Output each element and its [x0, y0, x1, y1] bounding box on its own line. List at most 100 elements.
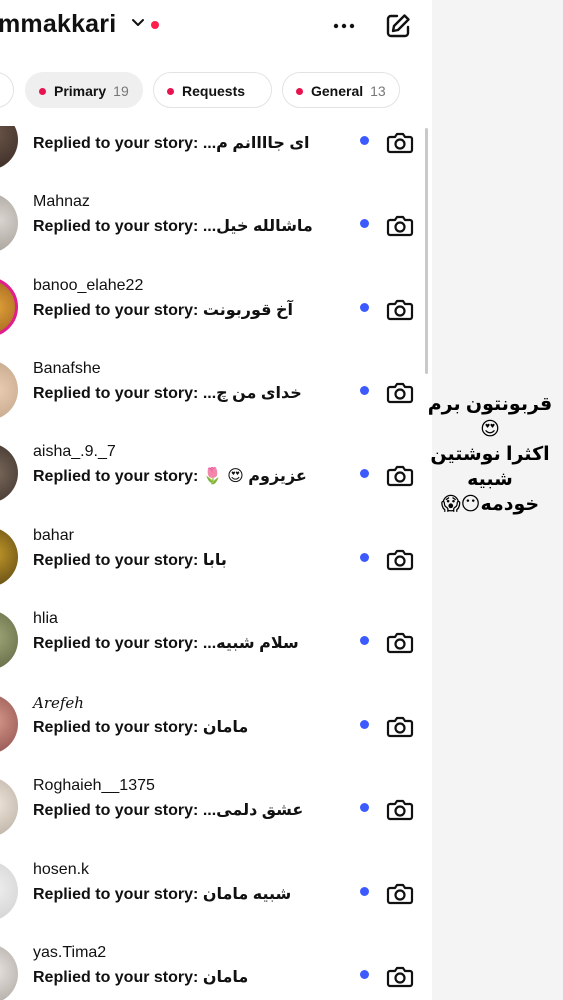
thread-name: banoo_elahe22 — [33, 277, 144, 294]
thread-row[interactable]: Roghaieh__1375 Replied to your story: عش… — [0, 766, 432, 850]
thread-row[interactable]: hlia Replied to your story: سلام شبیه... — [0, 599, 432, 683]
caption-line: خودمه😶😱 — [440, 494, 540, 515]
scrollbar[interactable] — [425, 128, 428, 374]
thread-name: aisha_.9._7 — [33, 443, 116, 460]
preview-message: ای جاااانم م... — [202, 135, 310, 152]
camera-icon[interactable] — [386, 128, 414, 156]
account-username[interactable]: mmakkari — [0, 10, 116, 39]
preview-prefix: Replied to your story: — [33, 218, 199, 235]
avatar[interactable] — [0, 443, 18, 503]
thread-preview: Replied to your story: سلام شبیه... — [33, 633, 299, 653]
inbox-panel: Replied to your story: ای جاااانم م... M… — [0, 0, 432, 1000]
chip-label: Requests — [182, 83, 246, 99]
unread-dot — [360, 970, 369, 979]
filter-chip-prev[interactable] — [0, 72, 14, 108]
thread-name: yas.Tima2 — [33, 944, 107, 961]
filter-chip-requests[interactable]: Requests — [153, 72, 272, 108]
preview-message: عشق دلمی... — [202, 802, 304, 819]
thread-list[interactable]: Replied to your story: ای جاااانم م... M… — [0, 0, 432, 1000]
thread-preview: Replied to your story: بابا — [33, 550, 227, 570]
preview-message: مامان — [202, 719, 249, 736]
filter-chip-general[interactable]: General 13 — [282, 72, 400, 108]
chip-label: General — [311, 83, 364, 99]
preview-message: خدای من چ... — [202, 385, 302, 402]
thread-row[interactable]: banoo_elahe22 Replied to your story: آخ … — [0, 266, 432, 350]
unread-dot — [360, 887, 369, 896]
chevron-down-icon[interactable] — [131, 18, 145, 28]
preview-message: بابا — [202, 552, 227, 569]
chip-count: 13 — [370, 83, 386, 99]
camera-icon[interactable] — [386, 962, 414, 990]
thread-name: Roghaieh__1375 — [33, 777, 155, 794]
caption-overlay: قربونتون برم 😍 اکثرا نوشتین شبیه خودمه😶😱 — [420, 392, 560, 517]
avatar[interactable] — [0, 527, 18, 587]
chip-label: Primary — [54, 83, 107, 99]
camera-icon[interactable] — [386, 295, 414, 323]
thread-name: hosen.k — [33, 861, 90, 878]
unread-dot — [360, 720, 369, 729]
camera-icon[interactable] — [386, 795, 414, 823]
notification-dot — [151, 21, 159, 29]
thread-name: hlia — [33, 610, 58, 627]
avatar[interactable] — [0, 861, 18, 921]
more-icon[interactable] — [330, 14, 358, 38]
filter-chips: Primary 19 Requests General 13 — [0, 72, 432, 110]
camera-icon[interactable] — [386, 712, 414, 740]
compose-icon[interactable] — [383, 11, 413, 41]
thread-preview: Replied to your story: مامان — [33, 717, 248, 737]
thread-name: Banafshe — [33, 360, 101, 377]
filter-chip-primary[interactable]: Primary 19 — [25, 72, 143, 108]
camera-icon[interactable] — [386, 879, 414, 907]
thread-preview: Replied to your story: خدای من چ... — [33, 383, 302, 403]
preview-prefix: Replied to your story: — [33, 552, 199, 569]
preview-prefix: Replied to your story: — [33, 135, 199, 152]
avatar[interactable] — [0, 193, 18, 253]
caption-line: اکثرا نوشتین — [430, 444, 550, 465]
preview-message: عزیزوم 😍 🌷 — [202, 468, 307, 485]
preview-message: آخ قوربونت — [202, 302, 293, 319]
unread-dot — [167, 88, 174, 95]
unread-dot — [360, 636, 369, 645]
thread-row[interactable]: Banafshe Replied to your story: خدای من … — [0, 349, 432, 433]
thread-row[interactable]: aisha_.9._7 Replied to your story: عزیزو… — [0, 432, 432, 516]
avatar[interactable] — [0, 777, 18, 837]
caption-line: 😍 — [480, 419, 500, 440]
preview-prefix: Replied to your story: — [33, 802, 199, 819]
preview-message: سلام شبیه... — [202, 635, 299, 652]
thread-preview: Replied to your story: شبیه مامان — [33, 884, 291, 904]
avatar[interactable] — [0, 694, 18, 754]
thread-preview: Replied to your story: آخ قوربونت — [33, 300, 293, 320]
inbox-header: mmakkari — [0, 0, 432, 54]
unread-dot — [360, 803, 369, 812]
avatar[interactable] — [0, 944, 18, 1000]
unread-dot — [360, 136, 369, 145]
camera-icon[interactable] — [386, 545, 414, 573]
preview-prefix: Replied to your story: — [33, 302, 199, 319]
chip-count: 19 — [113, 83, 129, 99]
camera-icon[interactable] — [386, 211, 414, 239]
preview-prefix: Replied to your story: — [33, 468, 199, 485]
unread-dot — [360, 219, 369, 228]
unread-dot — [360, 553, 369, 562]
avatar-story-ring[interactable] — [0, 277, 18, 337]
camera-icon[interactable] — [386, 628, 414, 656]
thread-row[interactable]: yas.Tima2 Replied to your story: مامان — [0, 933, 432, 1000]
thread-row[interactable]: bahar Replied to your story: بابا — [0, 516, 432, 600]
thread-preview: Replied to your story: ماشالله خیل... — [33, 216, 313, 236]
caption-line: شبیه — [467, 469, 513, 490]
thread-name: Mahnaz — [33, 193, 90, 210]
thread-preview: Replied to your story: مامان — [33, 967, 248, 987]
preview-prefix: Replied to your story: — [33, 969, 199, 986]
camera-icon[interactable] — [386, 378, 414, 406]
avatar[interactable] — [0, 610, 18, 670]
caption-line: قربونتون برم — [427, 394, 553, 415]
preview-message: ماشالله خیل... — [202, 218, 313, 235]
avatar[interactable] — [0, 360, 18, 420]
thread-row[interactable]: hosen.k Replied to your story: شبیه ماما… — [0, 850, 432, 934]
thread-row[interactable]: Mahnaz Replied to your story: ماشالله خی… — [0, 182, 432, 266]
unread-dot — [39, 88, 46, 95]
preview-message: مامان — [202, 969, 249, 986]
thread-preview: Replied to your story: عزیزوم 😍 🌷 — [33, 466, 307, 486]
camera-icon[interactable] — [386, 461, 414, 489]
thread-row[interactable]: 𝐴𝑟𝑒𝑓𝑒ℎ Replied to your story: مامان — [0, 683, 432, 767]
